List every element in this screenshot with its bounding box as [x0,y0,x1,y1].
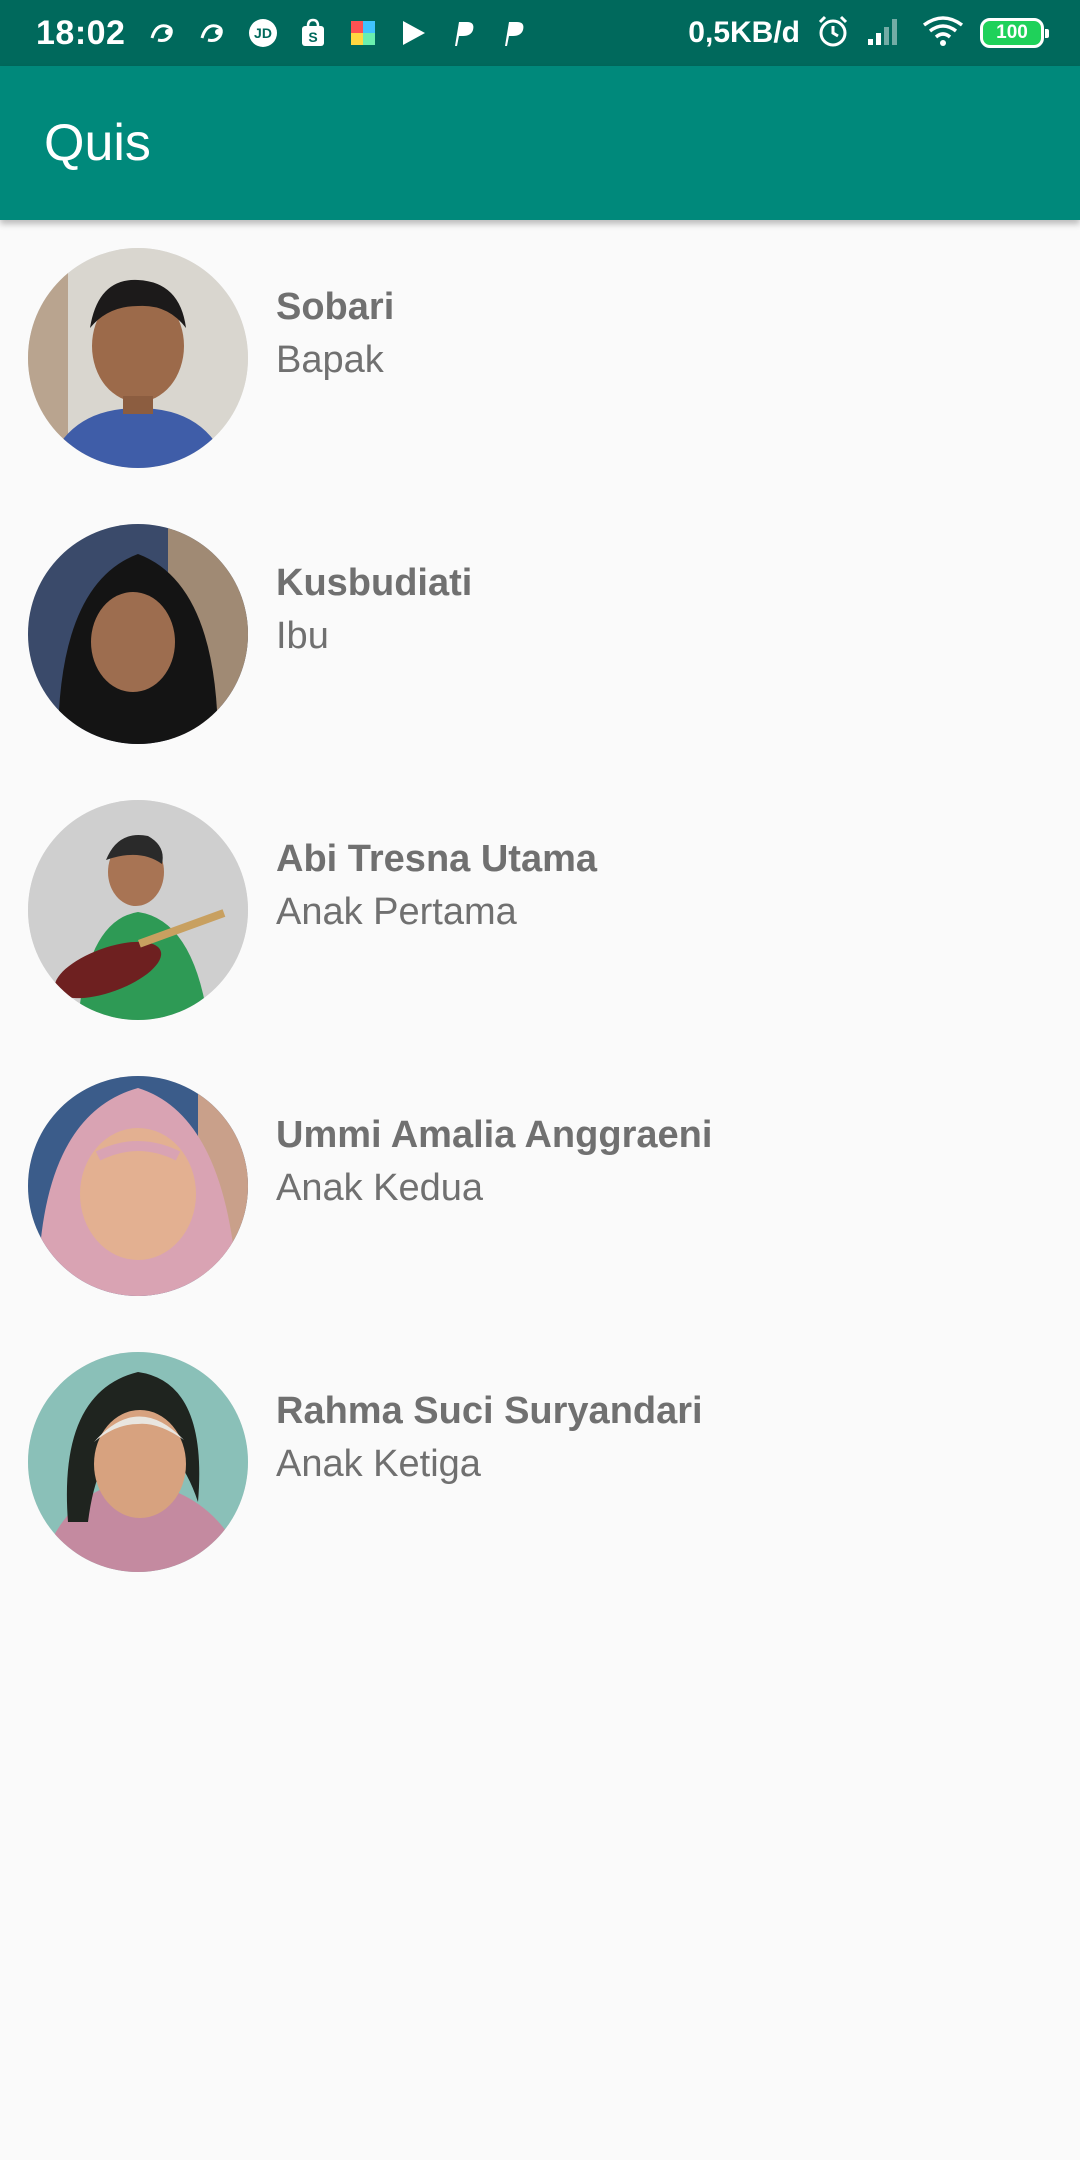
list-item[interactable]: Abi Tresna Utama Anak Pertama [0,776,1080,1052]
avatar [28,524,248,744]
status-time: 18:02 [36,13,126,52]
family-list: Sobari Bapak Kusbudiati Ibu Abi Tresna U… [0,224,1080,1604]
list-item[interactable]: Rahma Suci Suryandari Anak Ketiga [0,1328,1080,1604]
battery-icon: 100 [980,18,1049,48]
avatar [28,1076,248,1296]
person-role: Anak Pertama [276,891,517,933]
notification-icons: JD S [147,17,529,49]
avatar [28,248,248,468]
uc-browser-icon [147,17,179,49]
person-name: Kusbudiati [276,562,473,604]
shopee-icon: S [297,17,329,49]
app-title: Quis [44,114,151,172]
avatar [28,800,248,1020]
wifi-icon [922,15,964,52]
alarm-icon [816,14,850,53]
p-icon [447,17,479,49]
svg-text:JD: JD [255,25,273,41]
uc-browser-icon [197,17,229,49]
person-name: Ummi Amalia Anggraeni [276,1114,713,1156]
status-indicators: 0,5KB/d 100 [688,14,1049,53]
status-bar: 18:02 JD S 0,5KB/d 100 [0,0,1080,66]
person-role: Ibu [276,615,329,657]
person-role: Bapak [276,339,384,381]
person-name: Abi Tresna Utama [276,838,597,880]
app-bar: Quis [0,66,1080,220]
play-icon [397,17,429,49]
person-name: Sobari [276,286,395,328]
jd-icon: JD [247,17,279,49]
person-role: Anak Ketiga [276,1443,481,1485]
signal-icon [866,15,906,52]
photos-icon [347,17,379,49]
list-item[interactable]: Ummi Amalia Anggraeni Anak Kedua [0,1052,1080,1328]
avatar [28,1352,248,1572]
p-icon [497,17,529,49]
network-speed: 0,5KB/d [688,16,800,49]
list-item[interactable]: Sobari Bapak [0,224,1080,500]
person-name: Rahma Suci Suryandari [276,1390,703,1432]
list-item[interactable]: Kusbudiati Ibu [0,500,1080,776]
svg-text:S: S [309,29,318,45]
person-role: Anak Kedua [276,1167,484,1209]
